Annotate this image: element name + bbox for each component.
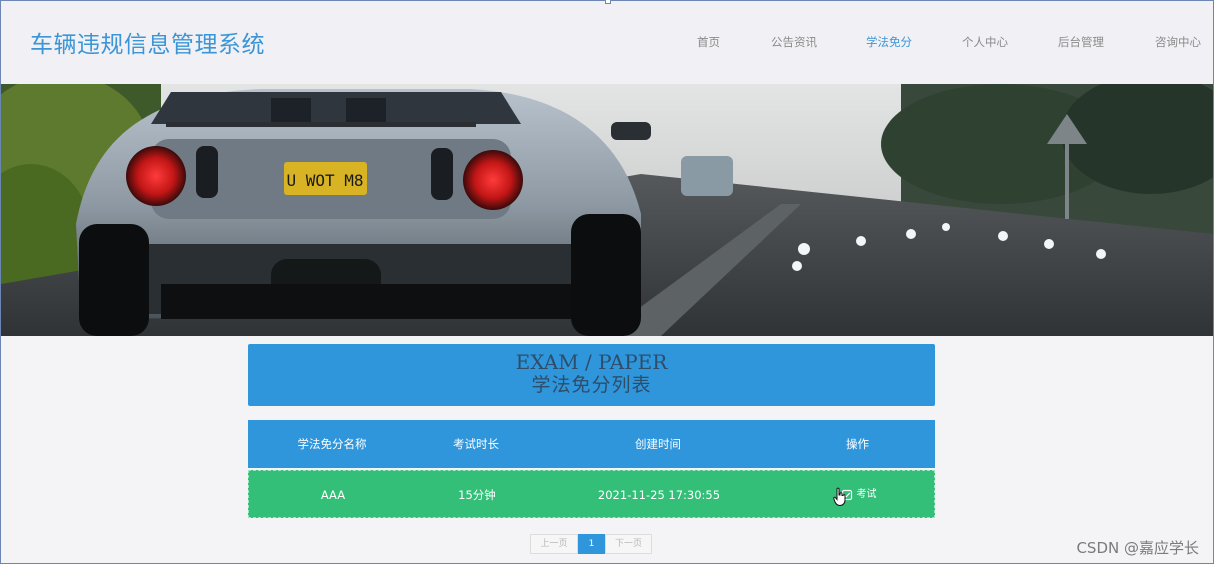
exam-button-label: 考试	[856, 489, 877, 500]
license-plate: U WOT M8	[286, 171, 363, 190]
cell-created-time: 2021-11-25 17:30:55	[597, 488, 721, 502]
nav-home[interactable]: 首页	[697, 34, 720, 50]
page-1-button[interactable]: 1	[578, 534, 605, 554]
nav-consult-center[interactable]: 咨询中心	[1155, 34, 1201, 50]
hero-banner: U WOT M8	[1, 84, 1213, 336]
prev-page-button[interactable]: 上一页	[530, 534, 578, 554]
section-title-cn: 学法免分列表	[531, 374, 652, 396]
table-row: AAA 15分钟 2021-11-25 17:30:55 考试	[248, 470, 935, 518]
nav-admin[interactable]: 后台管理	[1058, 34, 1104, 50]
next-page-button[interactable]: 下一页	[605, 534, 652, 554]
nav-study-exam[interactable]: 学法免分	[866, 34, 912, 50]
nav-personal-center[interactable]: 个人中心	[962, 34, 1008, 50]
section-title-en: EXAM / PAPER	[515, 350, 668, 374]
cell-duration: 15分钟	[458, 488, 496, 502]
column-header-created: 创建时间	[635, 437, 681, 451]
cell-name: AAA	[320, 488, 346, 502]
table-header-row: 学法免分名称 考试时长 创建时间 操作	[248, 420, 935, 468]
main-nav: 首页 公告资讯 学法免分 个人中心 后台管理 咨询中心	[1, 34, 1213, 50]
column-header-action: 操作	[846, 437, 869, 451]
nav-news[interactable]: 公告资讯	[771, 34, 817, 50]
section-title-box: EXAM / PAPER 学法免分列表	[248, 344, 935, 406]
column-header-duration: 考试时长	[453, 437, 499, 451]
watermark: CSDN @嘉应学长	[1076, 539, 1199, 557]
resize-handle	[605, 0, 611, 4]
sports-car-image: U WOT M8	[1, 84, 1213, 336]
cell-action: 考试	[781, 471, 936, 519]
hand-cursor-icon	[833, 487, 846, 507]
site-header: 车辆违规信息管理系统 首页 公告资讯 学法免分 个人中心 后台管理 咨询中心	[1, 0, 1213, 84]
column-header-name: 学法免分名称	[297, 437, 367, 451]
